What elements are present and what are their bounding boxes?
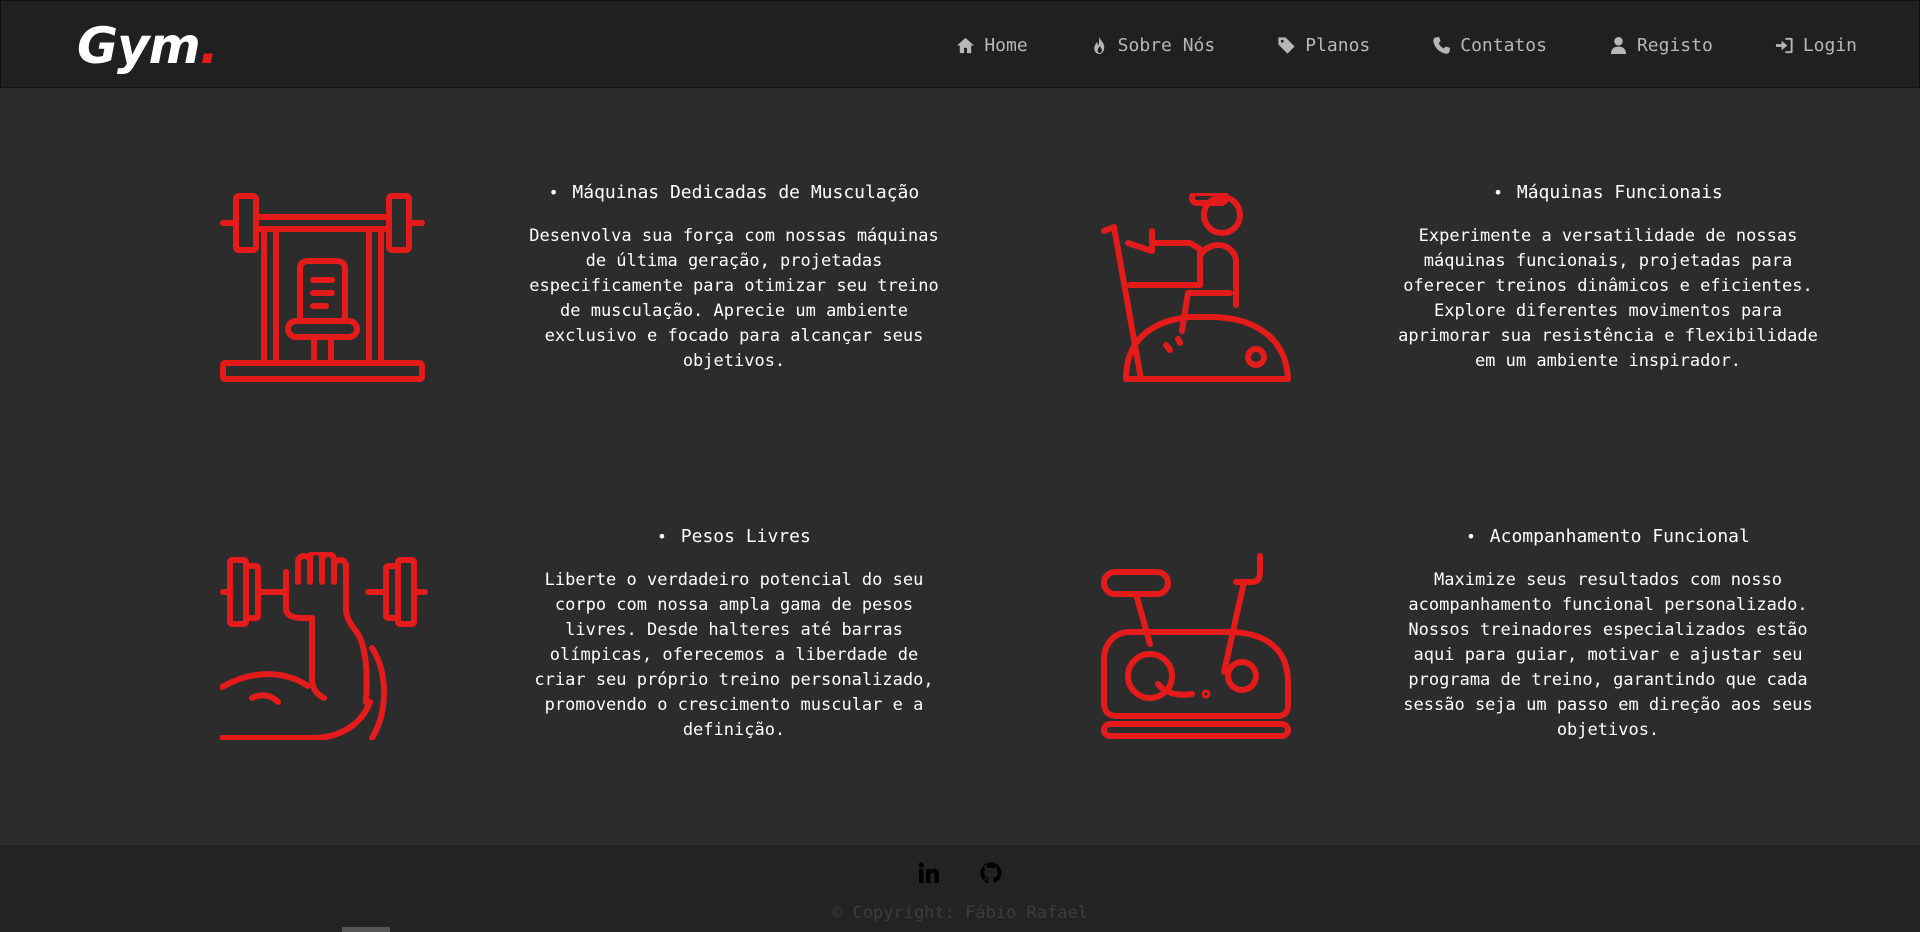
- scrollbar-thumb[interactable]: [342, 927, 390, 932]
- card-title-row: • Máquinas Funcionais: [1388, 180, 1828, 205]
- brand-name: Gym: [77, 17, 201, 75]
- tag-icon: [1278, 36, 1295, 54]
- user-icon: [1610, 36, 1627, 54]
- nav-login-label: Login: [1802, 34, 1857, 56]
- bench-press-icon: [220, 193, 425, 383]
- nav-planos[interactable]: Planos: [1277, 35, 1370, 56]
- card-title-row: • Pesos Livres: [514, 524, 954, 549]
- phone-icon: [1433, 36, 1451, 54]
- social-links: [0, 861, 1920, 885]
- card-pesos-livres: • Pesos Livres Liberte o verdadeiro pote…: [514, 524, 954, 743]
- nav-planos-label: Planos: [1305, 34, 1371, 56]
- card-title-row: • Máquinas Dedicadas de Musculação: [514, 180, 954, 205]
- navbar: Gym. Home Sobre Nós Planos Contatos Regi…: [0, 0, 1920, 88]
- exercise-bike-rider-icon: [1100, 190, 1295, 383]
- card-funcionais: • Máquinas Funcionais Experimente a vers…: [1388, 180, 1828, 374]
- bullet: •: [1493, 183, 1503, 202]
- nav-sobre-nos-label: Sobre Nós: [1117, 34, 1216, 56]
- card-pesos-livres-title: Pesos Livres: [680, 526, 811, 547]
- card-acompanhamento-desc: Maximize seus resultados com nosso acomp…: [1403, 570, 1813, 740]
- brand-dot: .: [199, 17, 219, 75]
- card-pesos-livres-desc: Liberte o verdadeiro potencial do seu co…: [534, 570, 934, 740]
- card-acompanhamento: • Acompanhamento Funcional Maximize seus…: [1388, 524, 1828, 743]
- card-funcionais-desc: Experimente a versatilidade de nossas má…: [1398, 226, 1818, 371]
- nav-sobre-nos[interactable]: Sobre Nós: [1090, 34, 1216, 56]
- card-acompanhamento-title: Acompanhamento Funcional: [1489, 526, 1750, 547]
- card-funcionais-title: Máquinas Funcionais: [1516, 182, 1723, 203]
- brand-logo[interactable]: Gym.: [77, 11, 219, 81]
- footer: © Copyright: Fábio Rafael: [0, 845, 1920, 932]
- card-title-row: • Acompanhamento Funcional: [1388, 524, 1828, 549]
- dumbbell-arm-icon: [219, 549, 428, 741]
- card-musculacao-title: Máquinas Dedicadas de Musculação: [572, 182, 920, 203]
- github-icon[interactable]: [979, 861, 1003, 885]
- nav-registo-label: Registo: [1636, 34, 1713, 56]
- nav-registo[interactable]: Registo: [1609, 35, 1713, 56]
- nav-home-label: Home: [984, 34, 1028, 56]
- stationary-bike-icon: [1100, 552, 1295, 740]
- bullet: •: [1466, 527, 1476, 546]
- bullet: •: [548, 183, 559, 202]
- nav-menu: Home Sobre Nós Planos Contatos Registo L…: [894, 1, 1857, 89]
- home-icon: [957, 37, 975, 53]
- nav-home[interactable]: Home: [956, 34, 1028, 56]
- linkedin-icon[interactable]: [917, 861, 941, 885]
- card-musculacao-desc: Desenvolva sua força com nossas máquinas…: [529, 226, 939, 371]
- nav-contatos[interactable]: Contatos: [1432, 35, 1547, 56]
- nav-login[interactable]: Login: [1775, 35, 1857, 56]
- login-icon: [1775, 37, 1793, 53]
- copyright-text: © Copyright: Fábio Rafael: [832, 903, 1088, 923]
- bullet: •: [657, 527, 667, 546]
- nav-contatos-label: Contatos: [1460, 34, 1547, 56]
- fire-icon: [1093, 36, 1104, 54]
- card-musculacao: • Máquinas Dedicadas de Musculação Desen…: [514, 180, 954, 374]
